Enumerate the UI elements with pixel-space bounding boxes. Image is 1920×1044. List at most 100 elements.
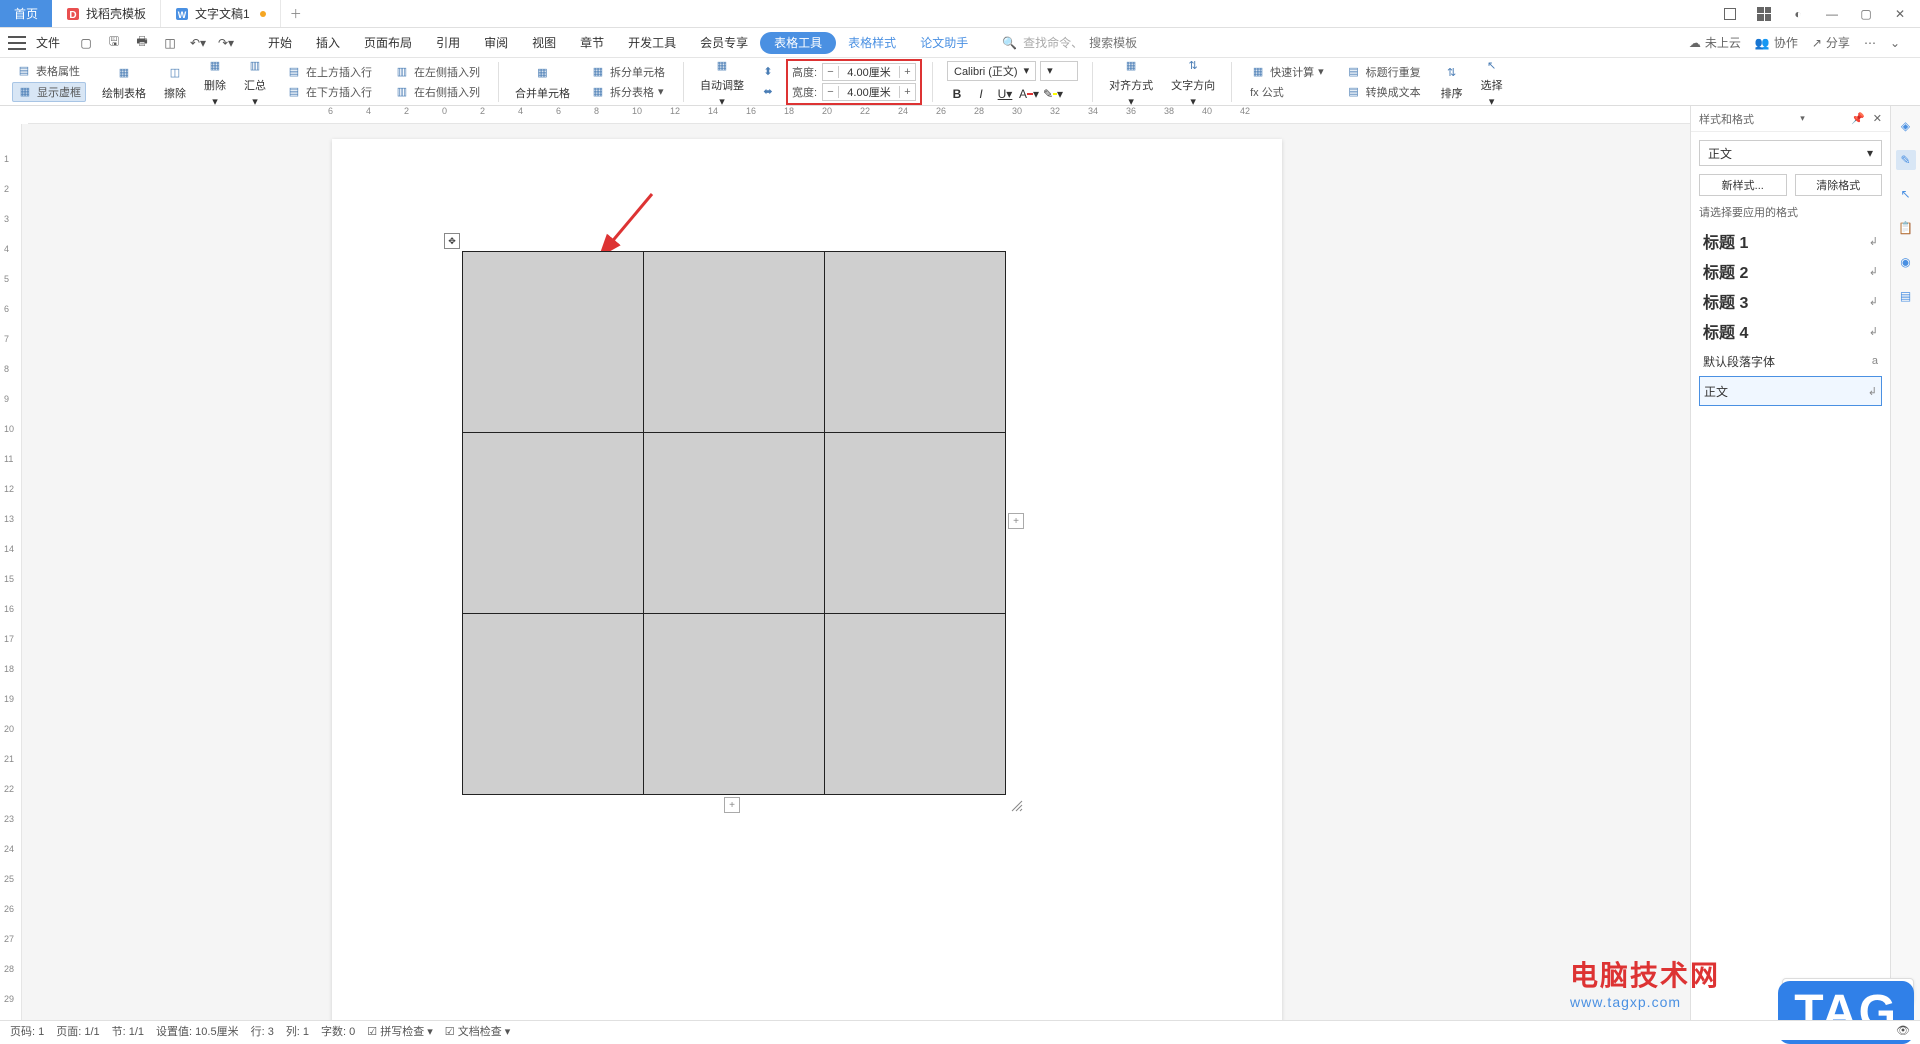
erase-button[interactable]: ◫擦除 — [158, 61, 192, 103]
tab-home[interactable]: 首页 — [0, 0, 52, 27]
document-table[interactable] — [462, 251, 1006, 795]
ribbon-tab[interactable]: 插入 — [304, 28, 352, 58]
show-gridlines-button[interactable]: ▦显示虚框 — [12, 82, 86, 102]
insert-col-right-button[interactable]: ▥在右侧插入列 — [390, 83, 484, 101]
italic-button[interactable]: I — [971, 85, 991, 103]
more-menu-icon[interactable]: ⋯ — [1864, 36, 1876, 50]
merge-cells-button[interactable]: ▦合并单元格 — [509, 61, 576, 103]
side-tool-select-icon[interactable]: ↖ — [1896, 184, 1916, 204]
style-list-item[interactable]: 标题 2↲ — [1699, 256, 1882, 286]
status-page-code[interactable]: 页码: 1 — [10, 1023, 44, 1039]
print-preview-icon[interactable]: ◫ — [160, 33, 180, 53]
table-cell[interactable] — [644, 614, 825, 795]
side-tool-gem-icon[interactable]: ◈ — [1896, 116, 1916, 136]
table-cell[interactable] — [644, 252, 825, 433]
table-cell[interactable] — [825, 252, 1006, 433]
search-input[interactable] — [1089, 36, 1229, 50]
ribbon-tab[interactable]: 引用 — [424, 28, 472, 58]
width-stepper[interactable]: − 4.00厘米 + — [822, 83, 916, 101]
insert-col-left-button[interactable]: ▥在左侧插入列 — [390, 63, 484, 81]
table-cell[interactable] — [825, 433, 1006, 614]
close-button[interactable]: ✕ — [1888, 4, 1912, 24]
autofit-button[interactable]: ▦自动调整▾ — [694, 53, 750, 110]
undo-icon[interactable]: ↶▾ — [188, 33, 208, 53]
split-cells-button[interactable]: ▦拆分单元格 — [586, 63, 669, 81]
side-tool-styles-icon[interactable]: ✎ — [1896, 150, 1916, 170]
font-family-select[interactable]: Calibri (正文)▾ — [947, 61, 1036, 81]
height-stepper[interactable]: − 4.00厘米 + — [822, 63, 916, 81]
side-tool-clipboard-icon[interactable]: 📋 — [1896, 218, 1916, 238]
ribbon-tab[interactable]: 表格样式 — [836, 28, 908, 58]
add-tab-button[interactable]: ＋ — [281, 0, 311, 27]
width-plus-button[interactable]: + — [899, 86, 915, 98]
ribbon-tab[interactable]: 论文助手 — [908, 28, 980, 58]
new-style-button[interactable]: 新样式... — [1699, 174, 1787, 196]
maximize-button[interactable]: ▢ — [1854, 4, 1878, 24]
new-file-icon[interactable]: ▢ — [76, 33, 96, 53]
formula-button[interactable]: fx 公式 — [1246, 83, 1328, 101]
share-button[interactable]: ↗ 分享 — [1812, 34, 1850, 51]
status-section[interactable]: 节: 1/1 — [112, 1023, 144, 1039]
chevron-down-icon[interactable]: ▾ — [1800, 113, 1805, 124]
font-size-select[interactable]: ▾ — [1040, 61, 1078, 81]
status-page[interactable]: 页面: 1/1 — [56, 1023, 99, 1039]
skin-icon[interactable]: ◐ — [1786, 4, 1810, 24]
add-row-button[interactable]: + — [724, 797, 740, 813]
ribbon-tab[interactable]: 章节 — [568, 28, 616, 58]
status-words[interactable]: 字数: 0 — [321, 1023, 355, 1039]
style-list-item[interactable]: 默认段落字体a — [1699, 346, 1882, 376]
clear-format-button[interactable]: 清除格式 — [1795, 174, 1883, 196]
tab-templates[interactable]: D 找稻壳模板 — [52, 0, 161, 27]
style-list-item[interactable]: 正文↲ — [1699, 376, 1882, 406]
apps-icon[interactable] — [1752, 4, 1776, 24]
view-mode-icon[interactable]: 👁 — [1896, 1024, 1910, 1037]
draw-table-button[interactable]: ▦绘制表格 — [96, 61, 152, 103]
cloud-status[interactable]: ☁ 未上云 — [1689, 34, 1741, 51]
summary-button[interactable]: ▥汇总▾ — [238, 53, 272, 110]
hamburger-icon[interactable] — [8, 36, 26, 50]
quick-calc-button[interactable]: ▦快速计算▾ — [1246, 63, 1328, 81]
chevron-down-icon[interactable]: ⌄ — [1890, 36, 1900, 50]
table-cell[interactable] — [463, 614, 644, 795]
layout-icon[interactable] — [1718, 4, 1742, 24]
align-button[interactable]: ▦对齐方式▾ — [1103, 53, 1159, 110]
save-icon[interactable]: 🖫 — [104, 33, 124, 53]
redo-icon[interactable]: ↷▾ — [216, 33, 236, 53]
delete-button[interactable]: ▦删除▾ — [198, 53, 232, 110]
underline-button[interactable]: U▾ — [995, 85, 1015, 103]
header-repeat-button[interactable]: ▤标题行重复 — [1342, 63, 1425, 81]
status-line[interactable]: 行: 3 — [251, 1023, 274, 1039]
ribbon-tab[interactable]: 审阅 — [472, 28, 520, 58]
width-minus-button[interactable]: − — [823, 86, 839, 98]
ribbon-tab[interactable]: 页面布局 — [352, 28, 424, 58]
side-tool-page-icon[interactable]: ▤ — [1896, 286, 1916, 306]
add-column-button[interactable]: + — [1008, 513, 1024, 529]
status-content-check[interactable]: ☑ 文档检查 ▾ — [445, 1023, 511, 1039]
sort-button[interactable]: ⇅排序 — [1435, 61, 1469, 103]
style-list-item[interactable]: 标题 1↲ — [1699, 226, 1882, 256]
table-cell[interactable] — [463, 433, 644, 614]
table-cell[interactable] — [463, 252, 644, 433]
table-cell[interactable] — [644, 433, 825, 614]
table-properties-button[interactable]: ▤表格属性 — [12, 62, 86, 80]
text-direction-button[interactable]: ⇅文字方向▾ — [1165, 53, 1221, 110]
split-table-button[interactable]: ▦拆分表格▾ — [586, 83, 669, 101]
status-col[interactable]: 列: 1 — [286, 1023, 309, 1039]
vertical-ruler[interactable]: 1234567891011121314151617181920212223242… — [0, 124, 22, 1020]
convert-to-text-button[interactable]: ▤转换成文本 — [1342, 83, 1425, 101]
print-icon[interactable]: 🖶 — [132, 33, 152, 53]
tab-document[interactable]: W 文字文稿1 — [161, 0, 281, 27]
close-panel-icon[interactable]: ✕ — [1873, 112, 1882, 125]
select-button[interactable]: ↖选择▾ — [1475, 53, 1509, 110]
pin-icon[interactable]: 📌 — [1851, 112, 1865, 125]
ribbon-tab[interactable]: 表格工具 — [760, 32, 836, 54]
height-minus-button[interactable]: − — [823, 66, 839, 78]
style-list-item[interactable]: 标题 4↲ — [1699, 316, 1882, 346]
file-menu[interactable]: 文件 — [30, 34, 66, 51]
bold-button[interactable]: B — [947, 85, 967, 103]
table-cell[interactable] — [825, 614, 1006, 795]
collaborate-button[interactable]: 👥 协作 — [1755, 34, 1798, 51]
page[interactable]: ✥ + + — [332, 139, 1282, 1020]
style-list-item[interactable]: 标题 3↲ — [1699, 286, 1882, 316]
ribbon-tab[interactable]: 开发工具 — [616, 28, 688, 58]
